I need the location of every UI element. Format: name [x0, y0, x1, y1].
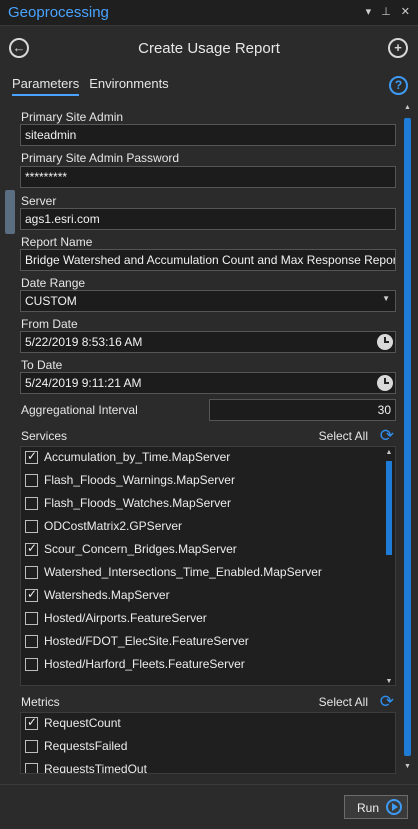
- checkbox[interactable]: [25, 587, 38, 602]
- close-icon[interactable]: ✕: [401, 5, 410, 18]
- list-item-label: RequestsTimedOut: [44, 762, 147, 774]
- list-item-label: Hosted/Harford_Fleets.FeatureServer: [44, 657, 245, 671]
- date-range-label: Date Range: [21, 276, 86, 290]
- list-item[interactable]: Accumulation_by_Time.MapServer: [21, 447, 395, 470]
- checkbox[interactable]: [25, 658, 38, 671]
- from-date-value: 5/22/2019 8:53:16 AM: [25, 335, 143, 349]
- titlebar-icons: ▾ ⊥ ✕: [366, 5, 410, 18]
- date-range-value: CUSTOM: [25, 294, 77, 308]
- primary-site-admin-label: Primary Site Admin: [21, 110, 124, 124]
- list-item-label: ODCostMatrix2.GPServer: [44, 519, 183, 533]
- checkbox[interactable]: [25, 612, 38, 625]
- list-item-label: RequestCount: [44, 716, 121, 730]
- list-item-label: Watersheds.MapServer: [44, 588, 170, 602]
- list-item-label: Watershed_Intersections_Time_Enabled.Map…: [44, 565, 322, 579]
- aggregational-interval-input[interactable]: 30: [209, 399, 396, 421]
- list-item-label: Scour_Concern_Bridges.MapServer: [44, 542, 237, 556]
- from-date-input[interactable]: 5/22/2019 8:53:16 AM: [20, 331, 396, 353]
- tool-title: Create Usage Report: [138, 40, 280, 57]
- checkbox[interactable]: [25, 566, 38, 579]
- focus-indicator: [5, 190, 15, 234]
- list-item-label: Hosted/Airports.FeatureServer: [44, 611, 207, 625]
- checkbox[interactable]: [25, 449, 38, 464]
- services-label: Services: [21, 429, 68, 443]
- services-list: ▲ ▼ Accumulation_by_Time.MapServerFlash_…: [20, 446, 396, 686]
- list-item[interactable]: Hosted/Airports.FeatureServer: [21, 608, 395, 631]
- list-item[interactable]: Flash_Floods_Watches.MapServer: [21, 493, 395, 516]
- report-name-label: Report Name: [21, 235, 93, 249]
- list-item[interactable]: RequestCount: [21, 713, 395, 736]
- list-item[interactable]: Watershed_Intersections_Time_Enabled.Map…: [21, 562, 395, 585]
- checkbox[interactable]: [25, 763, 38, 773]
- list-item-label: Flash_Floods_Warnings.MapServer: [44, 473, 235, 487]
- scrollbar-thumb[interactable]: [404, 118, 411, 756]
- from-date-label: From Date: [21, 317, 78, 331]
- run-button[interactable]: Run: [344, 795, 408, 819]
- scroll-down-icon[interactable]: ▼: [403, 763, 412, 770]
- tool-tabs: Parameters Environments: [12, 76, 169, 96]
- tab-parameters[interactable]: Parameters: [12, 76, 80, 96]
- list-item[interactable]: Hosted/Harford_Fleets.FeatureServer: [21, 654, 395, 677]
- to-date-input[interactable]: 5/24/2019 9:11:21 AM: [20, 372, 396, 394]
- scroll-up-icon[interactable]: ▲: [403, 104, 412, 111]
- list-item-label: Flash_Floods_Watches.MapServer: [44, 496, 231, 510]
- list-item[interactable]: Flash_Floods_Warnings.MapServer: [21, 470, 395, 493]
- metrics-label: Metrics: [21, 695, 60, 709]
- to-date-value: 5/24/2019 9:11:21 AM: [25, 376, 142, 390]
- pane-title: Geoprocessing: [8, 4, 109, 21]
- clock-icon[interactable]: [377, 375, 393, 391]
- list-item-label: Hosted/FDOT_ElecSite.FeatureServer: [44, 634, 249, 648]
- list-item-label: Accumulation_by_Time.MapServer: [44, 450, 231, 464]
- server-label: Server: [21, 194, 57, 208]
- clock-icon[interactable]: [377, 334, 393, 350]
- tool-header: ← Create Usage Report +: [0, 30, 418, 66]
- list-item[interactable]: RequestsTimedOut: [21, 759, 395, 774]
- help-icon[interactable]: ?: [389, 76, 408, 95]
- pane-titlebar: Geoprocessing ▾ ⊥ ✕: [0, 0, 418, 26]
- services-header: Services Select All ⟳: [21, 426, 396, 447]
- primary-site-admin-password-label: Primary Site Admin Password: [21, 151, 180, 165]
- list-item[interactable]: Scour_Concern_Bridges.MapServer: [21, 539, 395, 562]
- list-item[interactable]: Watersheds.MapServer: [21, 585, 395, 608]
- list-item[interactable]: ODCostMatrix2.GPServer: [21, 516, 395, 539]
- parameters-scrollbar[interactable]: ▲ ▼: [403, 104, 412, 770]
- metrics-list: RequestCount RequestsFailed RequestsTimedO…: [20, 712, 396, 774]
- run-icon: [386, 799, 402, 815]
- metrics-header: Metrics Select All ⟳: [21, 692, 396, 713]
- checkbox[interactable]: [25, 497, 38, 510]
- pin-icon[interactable]: ▾: [366, 5, 372, 18]
- tool-footer: Run: [0, 784, 418, 829]
- primary-site-admin-password-input[interactable]: *********: [20, 166, 396, 188]
- auto-hide-icon[interactable]: ⊥: [381, 5, 391, 18]
- list-item[interactable]: RequestsFailed: [21, 736, 395, 759]
- refresh-icon[interactable]: ⟳: [380, 692, 394, 712]
- checkbox[interactable]: [25, 740, 38, 753]
- aggregational-interval-label: Aggregational Interval: [21, 403, 138, 417]
- report-name-input[interactable]: Bridge Watershed and Accumulation Count …: [20, 249, 396, 271]
- list-item-label: RequestsFailed: [44, 739, 128, 753]
- add-icon[interactable]: +: [388, 38, 408, 58]
- scroll-down-icon[interactable]: ▼: [385, 678, 393, 685]
- primary-site-admin-input[interactable]: siteadmin: [20, 124, 396, 146]
- checkbox[interactable]: [25, 715, 38, 730]
- tab-environments[interactable]: Environments: [89, 76, 168, 96]
- date-range-dropdown[interactable]: CUSTOM ▼: [20, 290, 396, 312]
- to-date-label: To Date: [21, 358, 63, 372]
- refresh-icon[interactable]: ⟳: [380, 426, 394, 446]
- services-select-all-link[interactable]: Select All: [319, 429, 368, 443]
- checkbox[interactable]: [25, 520, 38, 533]
- chevron-down-icon[interactable]: ▼: [382, 294, 390, 303]
- metrics-select-all-link[interactable]: Select All: [319, 695, 368, 709]
- server-input[interactable]: ags1.esri.com: [20, 208, 396, 230]
- checkbox[interactable]: [25, 541, 38, 556]
- checkbox[interactable]: [25, 635, 38, 648]
- checkbox[interactable]: [25, 474, 38, 487]
- list-item[interactable]: Hosted/FDOT_ElecSite.FeatureServer: [21, 631, 395, 654]
- run-label: Run: [357, 801, 380, 815]
